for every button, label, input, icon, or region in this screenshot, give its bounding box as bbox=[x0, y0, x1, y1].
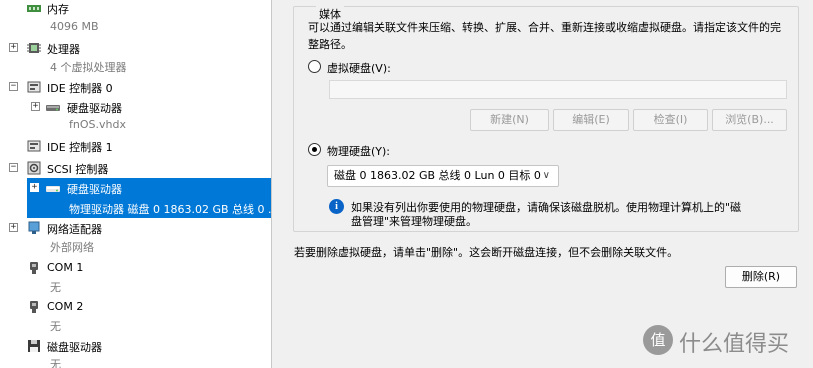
tree-label: 网络适配器 bbox=[47, 223, 102, 236]
hard-disk-icon bbox=[45, 99, 61, 115]
physical-disk-label: 物理硬盘(Y): bbox=[327, 145, 391, 158]
tree-sub-processor: 4 个虚拟处理器 bbox=[50, 61, 127, 74]
chevron-down-icon: ∨ bbox=[542, 170, 550, 181]
physical-disk-select[interactable]: 磁盘 0 1863.02 GB 总线 0 Lun 0 目标 0 ∨ bbox=[327, 165, 559, 187]
media-description-line1: 可以通过编辑关联文件来压缩、转换、扩展、合并、重新连接或收缩虚拟硬盘。请指定该文… bbox=[308, 21, 781, 34]
controller-icon bbox=[26, 138, 42, 154]
tree-sub-scsi-disk: 物理驱动器 磁盘 0 1863.02 GB 总线 0 ... bbox=[69, 203, 272, 216]
remove-button[interactable]: 删除(R) bbox=[725, 266, 797, 288]
tree-sub-ide0-disk: fnOS.vhdx bbox=[69, 118, 126, 131]
scsi-controller-icon bbox=[26, 160, 42, 176]
tree-label: IDE 控制器 0 bbox=[47, 82, 113, 95]
watermark-logo: 值 bbox=[643, 325, 673, 355]
tree-item-processor[interactable]: + 处理器 bbox=[0, 38, 271, 58]
tree-item-ide0-disk[interactable]: + 硬盘驱动器 bbox=[0, 97, 271, 117]
tree-label: COM 1 bbox=[47, 261, 84, 274]
browse-button[interactable]: 浏览(B)... bbox=[712, 109, 787, 131]
virtual-disk-label: 虚拟硬盘(V): bbox=[327, 62, 391, 75]
tree-sub-com1: 无 bbox=[50, 281, 61, 294]
tree-item-ide0[interactable]: − IDE 控制器 0 bbox=[0, 77, 271, 97]
settings-panel: 媒体 可以通过编辑关联文件来压缩、转换、扩展、合并、重新连接或收缩虚拟硬盘。请指… bbox=[281, 0, 813, 368]
tree-item-network[interactable]: + 网络适配器 bbox=[0, 218, 271, 238]
virtual-disk-radio[interactable] bbox=[308, 60, 321, 73]
collapse-icon[interactable]: − bbox=[9, 82, 18, 91]
inspect-button[interactable]: 检查(I) bbox=[633, 109, 708, 131]
edit-button[interactable]: 编辑(E) bbox=[553, 109, 629, 131]
tree-label: IDE 控制器 1 bbox=[47, 141, 113, 154]
tree-label: 处理器 bbox=[47, 43, 80, 56]
tree-sub-com2: 无 bbox=[50, 320, 61, 333]
tree-item-com1[interactable]: COM 1 bbox=[0, 258, 271, 278]
hardware-tree: 内存 4096 MB + 处理器 4 个虚拟处理器 − IDE 控制器 0 + … bbox=[0, 0, 272, 368]
tree-sub-floppy: 无 bbox=[50, 358, 61, 368]
expand-icon[interactable]: + bbox=[31, 102, 40, 111]
tree-label: 磁盘驱动器 bbox=[47, 341, 102, 354]
com-port-icon bbox=[26, 299, 42, 315]
tree-sub-memory: 4096 MB bbox=[50, 20, 99, 33]
tree-label: 硬盘驱动器 bbox=[67, 183, 122, 196]
expand-icon[interactable]: + bbox=[30, 183, 39, 192]
collapse-icon[interactable]: − bbox=[9, 163, 18, 172]
new-button[interactable]: 新建(N) bbox=[470, 109, 549, 131]
remove-hint-text: 若要删除虚拟硬盘，请单击"删除"。这会断开磁盘连接，但不会删除关联文件。 bbox=[294, 246, 679, 259]
floppy-disk-icon bbox=[26, 338, 42, 354]
physical-disk-selected-value: 磁盘 0 1863.02 GB 总线 0 Lun 0 目标 0 bbox=[334, 169, 541, 182]
expand-icon[interactable]: + bbox=[9, 43, 18, 52]
tree-item-com2[interactable]: COM 2 bbox=[0, 297, 271, 317]
hard-disk-icon bbox=[45, 180, 61, 196]
tree-item-memory[interactable]: 内存 bbox=[0, 0, 271, 18]
tree-item-floppy[interactable]: 磁盘驱动器 bbox=[0, 336, 271, 356]
watermark-text: 什么值得买 bbox=[679, 332, 790, 357]
media-group: 媒体 可以通过编辑关联文件来压缩、转换、扩展、合并、重新连接或收缩虚拟硬盘。请指… bbox=[293, 6, 799, 232]
expand-icon[interactable]: + bbox=[9, 223, 18, 232]
physical-disk-radio[interactable] bbox=[308, 143, 321, 156]
memory-icon bbox=[26, 0, 42, 16]
tree-label: COM 2 bbox=[47, 300, 84, 313]
info-text-line2: 盘管理"来管理物理硬盘。 bbox=[351, 215, 478, 228]
tree-label: 内存 bbox=[47, 3, 69, 16]
processor-icon bbox=[26, 40, 42, 56]
virtual-disk-path-input[interactable] bbox=[329, 80, 787, 99]
tree-item-ide1[interactable]: IDE 控制器 1 bbox=[0, 136, 271, 156]
network-adapter-icon bbox=[26, 220, 42, 236]
controller-icon bbox=[26, 79, 42, 95]
tree-item-scsi[interactable]: − SCSI 控制器 bbox=[0, 158, 271, 178]
tree-item-scsi-disk[interactable]: + 硬盘驱动器 物理驱动器 磁盘 0 1863.02 GB 总线 0 ... bbox=[27, 178, 271, 218]
tree-sub-network: 外部网络 bbox=[50, 241, 94, 254]
tree-label: SCSI 控制器 bbox=[47, 163, 109, 176]
media-description-line2: 整路径。 bbox=[308, 38, 352, 51]
tree-label: 硬盘驱动器 bbox=[67, 102, 122, 115]
com-port-icon bbox=[26, 260, 42, 276]
info-icon: i bbox=[329, 199, 344, 214]
